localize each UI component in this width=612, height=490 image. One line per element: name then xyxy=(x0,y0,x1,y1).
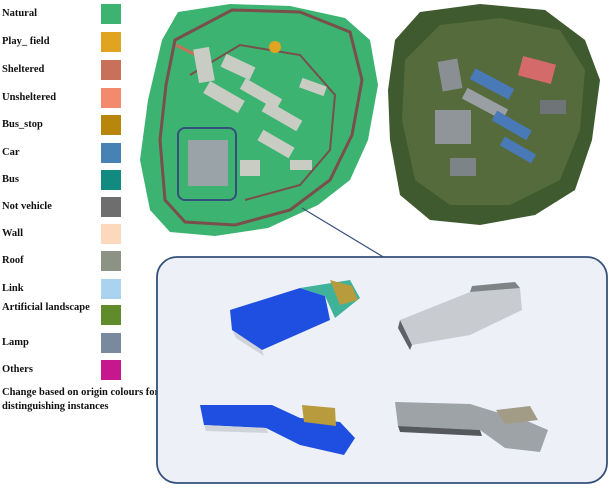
building-roof xyxy=(240,160,260,176)
figure-canvas xyxy=(140,4,608,484)
detail-panel xyxy=(156,256,608,484)
building-roof xyxy=(540,100,566,114)
building-roof xyxy=(290,160,312,170)
segmented-campus-map xyxy=(140,4,378,236)
building-roof xyxy=(188,140,228,186)
connector-line xyxy=(301,207,386,259)
building-roof xyxy=(450,158,476,176)
building-roof xyxy=(435,110,471,144)
play-field xyxy=(269,41,281,53)
campus-point-cloud xyxy=(388,4,600,225)
